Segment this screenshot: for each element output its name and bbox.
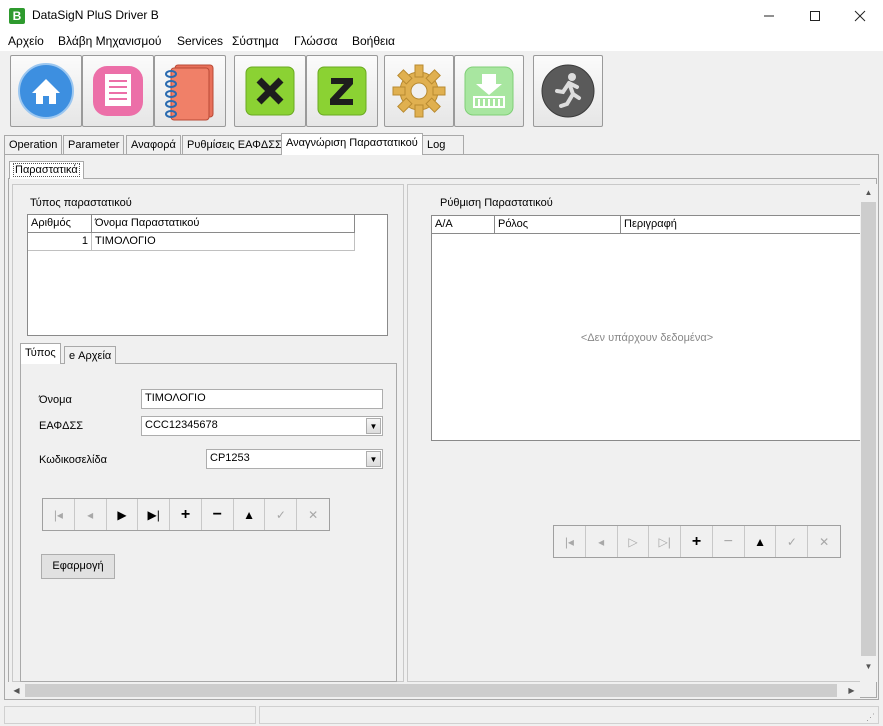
menu-services[interactable]: Services [177, 34, 223, 48]
previous-record-icon[interactable]: ◂ [586, 526, 618, 557]
document-type-title: Τύπος παραστατικού [30, 197, 132, 209]
maximize-button[interactable] [792, 0, 838, 31]
first-record-icon[interactable]: |◂ [554, 526, 586, 557]
delete-record-icon[interactable]: − [202, 499, 234, 530]
next-record-icon[interactable]: ▶ [107, 499, 139, 530]
tab-log[interactable]: Log [422, 135, 464, 154]
tab-eafdss-settings[interactable]: Ρυθμίσεις ΕΑΦΔΣΣ [182, 135, 287, 154]
first-record-icon[interactable]: |◂ [43, 499, 75, 530]
name-label: Όνομα [39, 394, 72, 406]
horizontal-scrollbar[interactable]: ◀ ▶ [8, 682, 860, 699]
codepage-label: Κωδικοσελίδα [39, 454, 107, 466]
cancel-record-icon[interactable]: ✕ [297, 499, 329, 530]
scroll-left-icon[interactable]: ◀ [8, 682, 25, 699]
column-header-document-name[interactable]: Όνομα Παραστατικού [92, 215, 355, 233]
horizontal-scroll-thumb[interactable] [25, 684, 837, 697]
post-record-icon[interactable]: ✓ [776, 526, 809, 557]
right-navigator: |◂ ◂ ▷ ▷| + − ▲ ✓ ✕ [553, 525, 841, 558]
download-receipt-icon [464, 66, 514, 116]
close-button[interactable] [837, 0, 883, 31]
chevron-down-icon[interactable]: ▼ [366, 451, 381, 467]
edit-record-icon[interactable]: ▲ [234, 499, 266, 530]
table-row-number[interactable]: 1 [28, 233, 92, 251]
column-header-description[interactable]: Περιγραφή [621, 216, 862, 234]
minimize-icon [764, 15, 774, 16]
eafdss-label: ΕΑΦΔΣΣ [39, 420, 84, 432]
tab-document-recognition[interactable]: Αναγνώριση Παραστατικού [281, 133, 423, 155]
status-panel-1 [4, 706, 256, 724]
scroll-right-icon[interactable]: ▶ [843, 682, 860, 699]
document-settings-title: Ρύθμιση Παραστατικού [440, 197, 553, 209]
status-panel-2 [259, 706, 879, 724]
document-type-grid[interactable]: Αριθμός Όνομα Παραστατικού 1 ΤΙΜΟΛΟΓΙΟ [27, 214, 388, 336]
name-field[interactable]: ΤΙΜΟΛΟΓΙΟ [141, 389, 383, 409]
notebook-icon [165, 64, 214, 121]
tab-parameter[interactable]: Parameter [63, 135, 125, 154]
run-button[interactable] [533, 55, 603, 127]
settings-gear-icon [392, 64, 446, 118]
settings-button[interactable] [384, 55, 454, 127]
menu-device-fault[interactable]: Βλάβη Μηχανισμού [58, 34, 161, 48]
add-record-icon[interactable]: + [170, 499, 202, 530]
document-settings-grid[interactable]: Α/Α Ρόλος Περιγραφή <Δεν υπάρχουν δεδομέ… [431, 215, 862, 441]
menu-system[interactable]: Σύστημα [232, 34, 279, 48]
maximize-icon [810, 10, 820, 21]
cancel-record-icon[interactable]: ✕ [808, 526, 840, 557]
apply-button[interactable]: Εφαρμογή [41, 554, 115, 579]
home-button[interactable] [10, 55, 82, 127]
column-header-role[interactable]: Ρόλος [495, 216, 621, 234]
column-header-index[interactable]: Α/Α [432, 216, 495, 234]
chevron-down-icon[interactable]: ▼ [366, 418, 381, 434]
tab-e-files[interactable]: e Αρχεία [64, 346, 117, 364]
vertical-scrollbar[interactable]: ▲ ▼ [860, 184, 877, 682]
x-report-icon [245, 66, 295, 116]
table-row-name[interactable]: ΤΙΜΟΛΟΓΙΟ [92, 233, 355, 251]
edit-record-icon[interactable]: ▲ [745, 526, 777, 557]
next-record-icon[interactable]: ▷ [618, 526, 650, 557]
subtab-documents[interactable]: Παραστατικά [9, 161, 84, 179]
tab-type[interactable]: Τύπος [20, 343, 61, 364]
eafdss-select[interactable]: CCC12345678 ▼ [141, 416, 383, 436]
column-header-number[interactable]: Αριθμός [28, 215, 92, 233]
notebook-button[interactable] [154, 55, 226, 127]
run-icon [541, 64, 595, 118]
menu-file[interactable]: Αρχείο [8, 34, 44, 48]
tab-operation[interactable]: Operation [4, 135, 63, 154]
x-report-button[interactable] [234, 55, 306, 127]
z-report-icon [317, 66, 367, 116]
codepage-select[interactable]: CP1253 ▼ [206, 449, 383, 469]
minimize-button[interactable] [746, 0, 792, 31]
last-record-icon[interactable]: ▷| [649, 526, 682, 557]
codepage-select-value: CP1253 [210, 452, 250, 464]
close-icon [854, 10, 866, 21]
notepad-button[interactable] [82, 55, 154, 127]
menu-language[interactable]: Γλώσσα [294, 34, 338, 48]
previous-record-icon[interactable]: ◂ [75, 499, 107, 530]
post-record-icon[interactable]: ✓ [265, 499, 298, 530]
scroll-up-icon[interactable]: ▲ [860, 184, 877, 201]
scroll-down-icon[interactable]: ▼ [860, 658, 877, 675]
menu-help[interactable]: Βοήθεια [352, 34, 395, 48]
notepad-icon [93, 66, 143, 116]
app-icon: B [9, 8, 25, 24]
last-record-icon[interactable]: ▶| [138, 499, 171, 530]
download-receipt-button[interactable] [454, 55, 524, 127]
z-report-button[interactable] [306, 55, 378, 127]
vertical-scroll-thumb[interactable] [861, 202, 876, 656]
home-icon [18, 63, 74, 119]
window-title: DataSigN PluS Driver B [32, 8, 159, 22]
empty-grid-message: <Δεν υπάρχουν δεδομένα> [580, 332, 714, 344]
eafdss-select-value: CCC12345678 [145, 419, 218, 431]
left-navigator: |◂ ◂ ▶ ▶| + − ▲ ✓ ✕ [42, 498, 330, 531]
add-record-icon[interactable]: + [681, 526, 713, 557]
delete-record-icon[interactable]: − [713, 526, 745, 557]
subtab-documents-label: Παραστατικά [13, 163, 80, 177]
tab-report[interactable]: Αναφορά [126, 135, 181, 154]
resize-grip-icon[interactable]: ⋰ [866, 712, 878, 724]
